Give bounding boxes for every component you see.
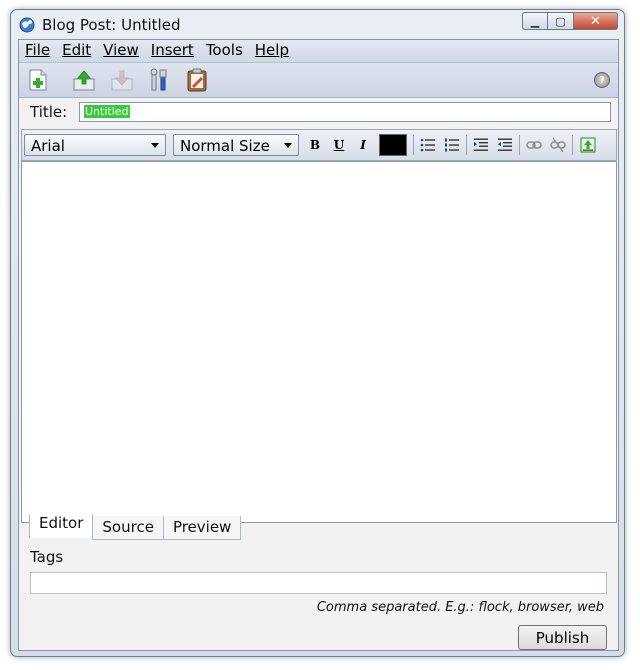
title-label: Title: [30, 103, 68, 121]
font-family-value: Arial [31, 137, 65, 155]
menu-insert[interactable]: Insert [145, 40, 200, 62]
download-button[interactable] [109, 67, 135, 93]
minimize-button[interactable]: ▁ [522, 12, 548, 30]
indent-icon [474, 138, 488, 151]
menu-help[interactable]: Help [249, 40, 295, 62]
bullet-list-icon [420, 138, 435, 152]
title-row: Title: Untitled [19, 102, 618, 126]
blog-post-window: Blog Post: Untitled ▁ ▢ ✕ File Edit View… [10, 9, 625, 657]
insert-image-icon [580, 137, 596, 153]
tags-hint: Comma separated. E.g.: flock, browser, w… [316, 600, 604, 615]
font-size-value: Normal Size [180, 137, 270, 155]
close-button[interactable]: ✕ [574, 12, 618, 30]
publish-button[interactable]: Publish [518, 625, 607, 650]
tab-editor[interactable]: Editor [29, 514, 94, 538]
unlink-icon [550, 137, 566, 153]
menu-view[interactable]: View [97, 40, 145, 62]
maximize-icon: ▢ [555, 14, 566, 28]
tab-source[interactable]: Source [92, 516, 164, 540]
new-post-button[interactable] [25, 67, 51, 93]
upload-icon [73, 70, 95, 91]
numbered-list-button[interactable] [442, 136, 462, 154]
tools-button[interactable] [146, 67, 172, 93]
close-icon: ✕ [590, 13, 601, 29]
globe-app-icon [19, 17, 35, 33]
toolbar-separator [466, 135, 467, 155]
menu-edit[interactable]: Edit [56, 40, 97, 62]
title-input[interactable]: Untitled [79, 102, 611, 122]
link-icon [526, 141, 542, 149]
chevron-down-icon [284, 143, 292, 148]
insert-link-button[interactable] [524, 136, 544, 154]
title-input-value: Untitled [84, 105, 130, 118]
help-icon: ? [599, 74, 605, 86]
main-toolbar: ? [19, 63, 618, 98]
underline-button[interactable]: U [329, 136, 349, 154]
insert-image-button[interactable] [578, 136, 598, 154]
toolbar-separator [413, 135, 414, 155]
tags-label: Tags [30, 548, 64, 566]
outdent-button[interactable] [495, 136, 515, 154]
italic-icon: I [360, 138, 366, 152]
window-title: Blog Post: Untitled [42, 16, 181, 34]
menu-file[interactable]: File [19, 40, 56, 62]
underline-icon: U [333, 138, 345, 152]
clipboard-icon [187, 68, 207, 92]
menu-bar: File Edit View Insert Tools Help [19, 40, 618, 63]
format-toolbar: Arial Normal Size B U I [21, 129, 617, 161]
bullet-list-button[interactable] [418, 136, 438, 154]
bold-icon: B [309, 138, 321, 152]
download-icon [111, 70, 133, 91]
indent-button[interactable] [471, 136, 491, 154]
editor-tabs: Editor Source Preview [29, 514, 242, 540]
new-post-icon [29, 69, 47, 91]
help-button[interactable]: ? [594, 72, 610, 88]
bold-button[interactable]: B [305, 136, 325, 154]
client-area: File Edit View Insert Tools Help ? Title… [18, 39, 619, 651]
toolbar-separator [572, 135, 573, 155]
font-family-select[interactable]: Arial [24, 134, 166, 156]
chevron-down-icon [151, 143, 159, 148]
upload-button[interactable] [71, 67, 97, 93]
caption-buttons: ▁ ▢ ✕ [522, 12, 618, 30]
menu-tools[interactable]: Tools [200, 40, 249, 62]
outdent-icon [498, 138, 512, 151]
title-bar[interactable]: Blog Post: Untitled ▁ ▢ ✕ [11, 10, 624, 40]
text-color-button[interactable] [379, 134, 407, 156]
tags-input[interactable] [30, 572, 607, 594]
toolbar-separator [519, 135, 520, 155]
maximize-button[interactable]: ▢ [548, 12, 574, 30]
post-body-editor[interactable] [21, 161, 617, 523]
italic-button[interactable]: I [353, 136, 373, 154]
tools-icon [150, 68, 167, 91]
font-size-select[interactable]: Normal Size [173, 134, 299, 156]
tab-preview[interactable]: Preview [162, 516, 242, 540]
numbered-list-icon [445, 138, 459, 152]
clipboard-button[interactable] [184, 67, 210, 93]
remove-link-button[interactable] [548, 136, 568, 154]
minimize-icon: ▁ [530, 14, 540, 28]
